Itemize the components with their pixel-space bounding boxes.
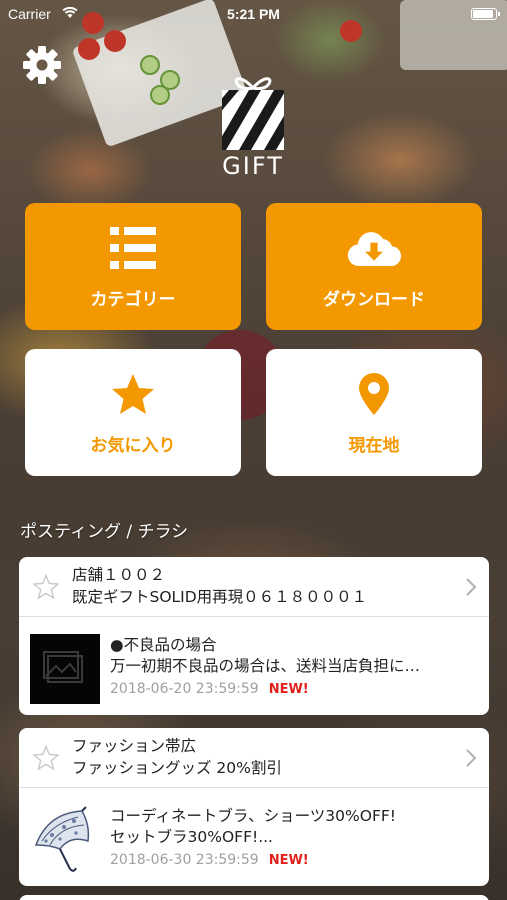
- image-placeholder-icon: [30, 634, 100, 704]
- post-title: ●不良品の場合: [110, 636, 217, 654]
- status-time: 5:21 PM: [227, 6, 280, 22]
- post-date: 2018-06-30 23:59:59: [110, 852, 259, 868]
- post-card-partial: [19, 895, 489, 900]
- post-summary: セットブラ30%OFF!...: [110, 828, 273, 846]
- section-title: ポスティング / チラシ: [20, 522, 189, 542]
- favorites-button[interactable]: お気に入り: [25, 349, 241, 476]
- logo-text: GIFT: [222, 152, 284, 180]
- shop-description: ファッショングッズ 20%割引: [72, 759, 282, 777]
- current-location-button[interactable]: 現在地: [266, 349, 482, 476]
- shop-name: ファッション帯広: [72, 737, 197, 755]
- category-button[interactable]: カテゴリー: [25, 203, 241, 330]
- star-icon: [112, 374, 154, 414]
- post-title: コーディネートブラ、ショーツ30%OFF!: [110, 807, 396, 825]
- post-item[interactable]: ●不良品の場合 万一初期不良品の場合は、送料当店負担に… 2018-06-20 …: [19, 617, 489, 715]
- favorite-star-icon[interactable]: [33, 745, 59, 771]
- umbrella-image: [30, 805, 100, 875]
- gift-box-icon: [222, 77, 284, 150]
- category-label: カテゴリー: [90, 290, 176, 310]
- favorites-label: お気に入り: [90, 436, 176, 456]
- post-card: 店舗１００２ 既定ギフトSOLID用再現０６１８０００１ ●不良品の場合 万一初…: [19, 557, 489, 715]
- gear-icon[interactable]: [21, 44, 63, 86]
- shop-name: 店舗１００２: [72, 566, 166, 584]
- shop-description: 既定ギフトSOLID用再現０６１８０００１: [72, 588, 368, 606]
- new-badge: NEW!: [268, 682, 309, 697]
- current-location-label: 現在地: [348, 436, 400, 456]
- gift-logo: GIFT: [219, 74, 287, 180]
- shop-header[interactable]: ファッション帯広 ファッショングッズ 20%割引: [19, 728, 489, 788]
- status-bar: Carrier 5:21 PM: [0, 0, 507, 28]
- new-badge: NEW!: [268, 853, 309, 868]
- map-pin-icon: [359, 373, 389, 415]
- list-icon: [110, 227, 156, 269]
- post-date: 2018-06-20 23:59:59: [110, 681, 259, 697]
- chevron-right-icon: [466, 578, 477, 596]
- post-summary: 万一初期不良品の場合は、送料当店負担に…: [110, 657, 421, 675]
- favorite-star-icon[interactable]: [33, 574, 59, 600]
- post-card: ファッション帯広 ファッショングッズ 20%割引 コーディネートブラ、ショーツ3…: [19, 728, 489, 886]
- chevron-right-icon: [466, 749, 477, 767]
- post-item[interactable]: コーディネートブラ、ショーツ30%OFF! セットブラ30%OFF!... 20…: [19, 788, 489, 886]
- shop-header[interactable]: 店舗１００２ 既定ギフトSOLID用再現０６１８０００１: [19, 557, 489, 617]
- download-label: ダウンロード: [323, 290, 425, 310]
- cloud-download-icon: [347, 232, 401, 267]
- download-button[interactable]: ダウンロード: [266, 203, 482, 330]
- battery-icon: [471, 8, 500, 20]
